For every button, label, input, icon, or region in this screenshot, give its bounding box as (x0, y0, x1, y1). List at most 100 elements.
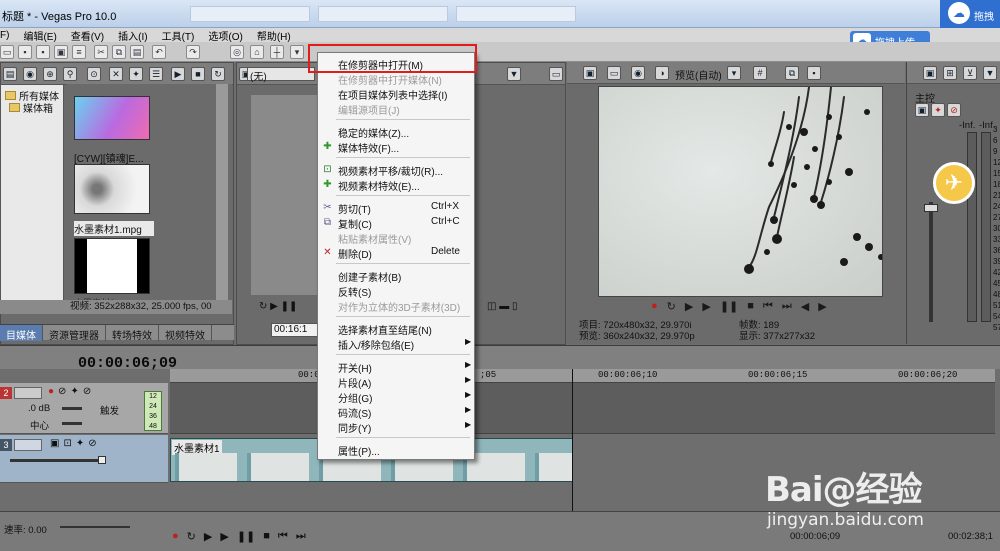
menu-item-delete[interactable]: ✕ 删除(D) Delete (318, 245, 474, 261)
monitor-icon[interactable]: ▭ (549, 67, 563, 81)
play-from-start-icon[interactable]: ▶ (685, 300, 693, 313)
play-icon[interactable]: ▶ (702, 300, 710, 313)
play-icon[interactable]: ▶ (220, 530, 228, 543)
menu-insert[interactable]: 插入(I) (118, 28, 147, 43)
pause-icon[interactable]: ❚❚ (237, 530, 255, 543)
pan-slider[interactable] (62, 422, 82, 425)
play-from-start-icon[interactable]: ▶ (204, 530, 212, 543)
mute-icon[interactable]: ▣ (915, 103, 929, 117)
master-fader-handle[interactable] (924, 204, 938, 212)
delete-icon[interactable]: ✕ (109, 67, 123, 81)
menu-file[interactable]: F) (0, 30, 9, 41)
grid-icon[interactable]: # (753, 66, 767, 80)
cut-icon[interactable]: ✂ (94, 45, 108, 59)
snap-icon[interactable]: ◎ (230, 45, 244, 59)
play-icon[interactable]: ▶ (171, 67, 185, 81)
motion-icon[interactable]: ⊡ (63, 438, 71, 449)
save-icon[interactable]: ▪ (18, 45, 32, 59)
menu-help[interactable]: 帮助(H) (257, 28, 291, 43)
playhead-cursor[interactable] (572, 369, 573, 511)
menu-item-cut[interactable]: ✂ 剪切(T) Ctrl+X (318, 200, 474, 216)
go-to-end-icon[interactable]: ⏭ (296, 530, 306, 543)
timeline-ruler[interactable]: 00:00 ;05 00:00:06;10 00:00:06;15 00:00:… (170, 369, 995, 383)
menu-item-media-fx[interactable]: ✚ 媒体特效(F)... (318, 139, 474, 155)
go-to-end-icon[interactable]: ⏭ (782, 300, 792, 313)
play-icon[interactable]: ▶ (270, 301, 278, 312)
split-screen-icon[interactable]: ◑ (655, 66, 669, 80)
menu-view[interactable]: 查看(V) (71, 28, 104, 43)
edit-tool-icon[interactable]: ┼ (270, 45, 284, 59)
get-media-icon[interactable]: ⊕ (43, 67, 57, 81)
tab-transitions[interactable]: 转场特效 (106, 325, 159, 342)
loop-icon[interactable]: ↻ (259, 301, 267, 312)
media-thumbnail-3[interactable] (74, 238, 150, 294)
menu-item-envelopes[interactable]: 插入/移除包络(E) ▶ (318, 336, 474, 352)
track-mode[interactable]: 触发 (100, 403, 119, 417)
cloud-extension[interactable]: ☁ 拖拽 (940, 0, 1000, 28)
loop-icon[interactable]: ↻ (187, 530, 196, 543)
trimmer-dropdown[interactable]: (无) (247, 67, 315, 83)
menu-options[interactable]: 选项(O) (208, 28, 242, 43)
open-icon[interactable]: ▭ (0, 45, 14, 59)
save-as-icon[interactable]: ▪ (36, 45, 50, 59)
tree-item-media-bin[interactable]: 媒体箱 (9, 100, 53, 115)
search-icon[interactable]: ⚲ (63, 67, 77, 81)
volume-slider[interactable] (62, 407, 82, 410)
menu-edit[interactable]: 编辑(E) (23, 28, 56, 43)
master-fader-track[interactable] (929, 202, 933, 322)
snap-icon[interactable]: ◫ (487, 301, 496, 312)
external-monitor-icon[interactable]: ▭ (607, 66, 621, 80)
mixer-properties-icon[interactable]: ▣ (923, 66, 937, 80)
menu-item-create-subclip[interactable]: 创建子素材(B) (318, 268, 474, 284)
track-name-field[interactable] (14, 387, 42, 399)
menu-item-pan-crop[interactable]: ⊡ 视频素材平移/裁切(R)... (318, 162, 474, 178)
media-thumbnail-2[interactable] (74, 164, 150, 214)
chevron-down-icon[interactable]: ▾ (290, 45, 304, 59)
next-frame-icon[interactable]: ▶ (818, 300, 826, 313)
properties-icon[interactable]: ≡ (72, 45, 86, 59)
record-icon[interactable]: ● (172, 530, 179, 543)
menu-item-properties[interactable]: 属性(P)... (318, 442, 474, 458)
stop-icon[interactable]: ■ (747, 300, 754, 313)
loop-icon[interactable]: ↻ (667, 300, 676, 313)
pause-icon[interactable]: ❚❚ (281, 301, 298, 312)
tab-explorer[interactable]: 资源管理器 (43, 325, 106, 342)
media-fx-icon[interactable]: ✦ (129, 67, 143, 81)
track-name-field[interactable] (14, 439, 42, 451)
media-scrollbar[interactable] (216, 84, 228, 300)
copy-icon[interactable]: ⧉ (112, 45, 126, 59)
level-slider-handle[interactable] (98, 456, 106, 464)
menu-item-select-to-end[interactable]: 选择素材直至结尾(N) (318, 321, 474, 337)
menu-tools[interactable]: 工具(T) (162, 28, 195, 43)
pause-icon[interactable]: ❚❚ (720, 300, 738, 313)
tab-project-media[interactable]: 目媒体 (0, 325, 43, 342)
lock-icon[interactable]: ⌂ (250, 45, 264, 59)
zoom-slider[interactable] (60, 526, 130, 528)
marker-icon[interactable]: ▼ (507, 67, 521, 81)
zoom-icon[interactable]: ⊙ (87, 67, 101, 81)
track-header-audio[interactable]: 2 ● ⊘ ✦ ⊘ .0 dB 触发 中心 12 24 36 48 (0, 383, 168, 434)
undo-icon[interactable]: ↶ (152, 45, 166, 59)
dim-icon[interactable]: ▼ (983, 66, 997, 80)
media-thumbnail-1[interactable] (74, 96, 150, 140)
save-snapshot-icon[interactable]: ▪ (807, 66, 821, 80)
menu-item-reverse[interactable]: 反转(S) (318, 283, 474, 299)
import-icon[interactable]: ▤ (3, 67, 17, 81)
menu-item-stabilize[interactable]: 稳定的媒体(Z)... (318, 124, 474, 140)
menu-item-synchronize[interactable]: 同步(Y) ▶ (318, 419, 474, 435)
downmix-icon[interactable]: ⊻ (963, 66, 977, 80)
menu-item-copy[interactable]: ⧉ 复制(C) Ctrl+C (318, 215, 474, 231)
fx-icon[interactable]: ✦ (76, 438, 84, 449)
redo-icon[interactable]: ↷ (186, 45, 200, 59)
stop-icon[interactable]: ■ (263, 530, 270, 543)
trim-icon[interactable]: ▬ (499, 301, 509, 312)
go-to-start-icon[interactable]: ⏮ (278, 530, 288, 543)
overlays-icon[interactable]: ▾ (727, 66, 741, 80)
go-to-start-icon[interactable]: ⏮ (763, 300, 773, 313)
copy-snapshot-icon[interactable]: ⧉ (785, 66, 799, 80)
stop-icon[interactable]: ■ (191, 67, 205, 81)
preview-properties-icon[interactable]: ▣ (583, 66, 597, 80)
audio-track-lane[interactable] (170, 383, 995, 434)
prev-frame-icon[interactable]: ◀ (801, 300, 809, 313)
tab-video-fx[interactable]: 视频特效 (159, 325, 212, 342)
